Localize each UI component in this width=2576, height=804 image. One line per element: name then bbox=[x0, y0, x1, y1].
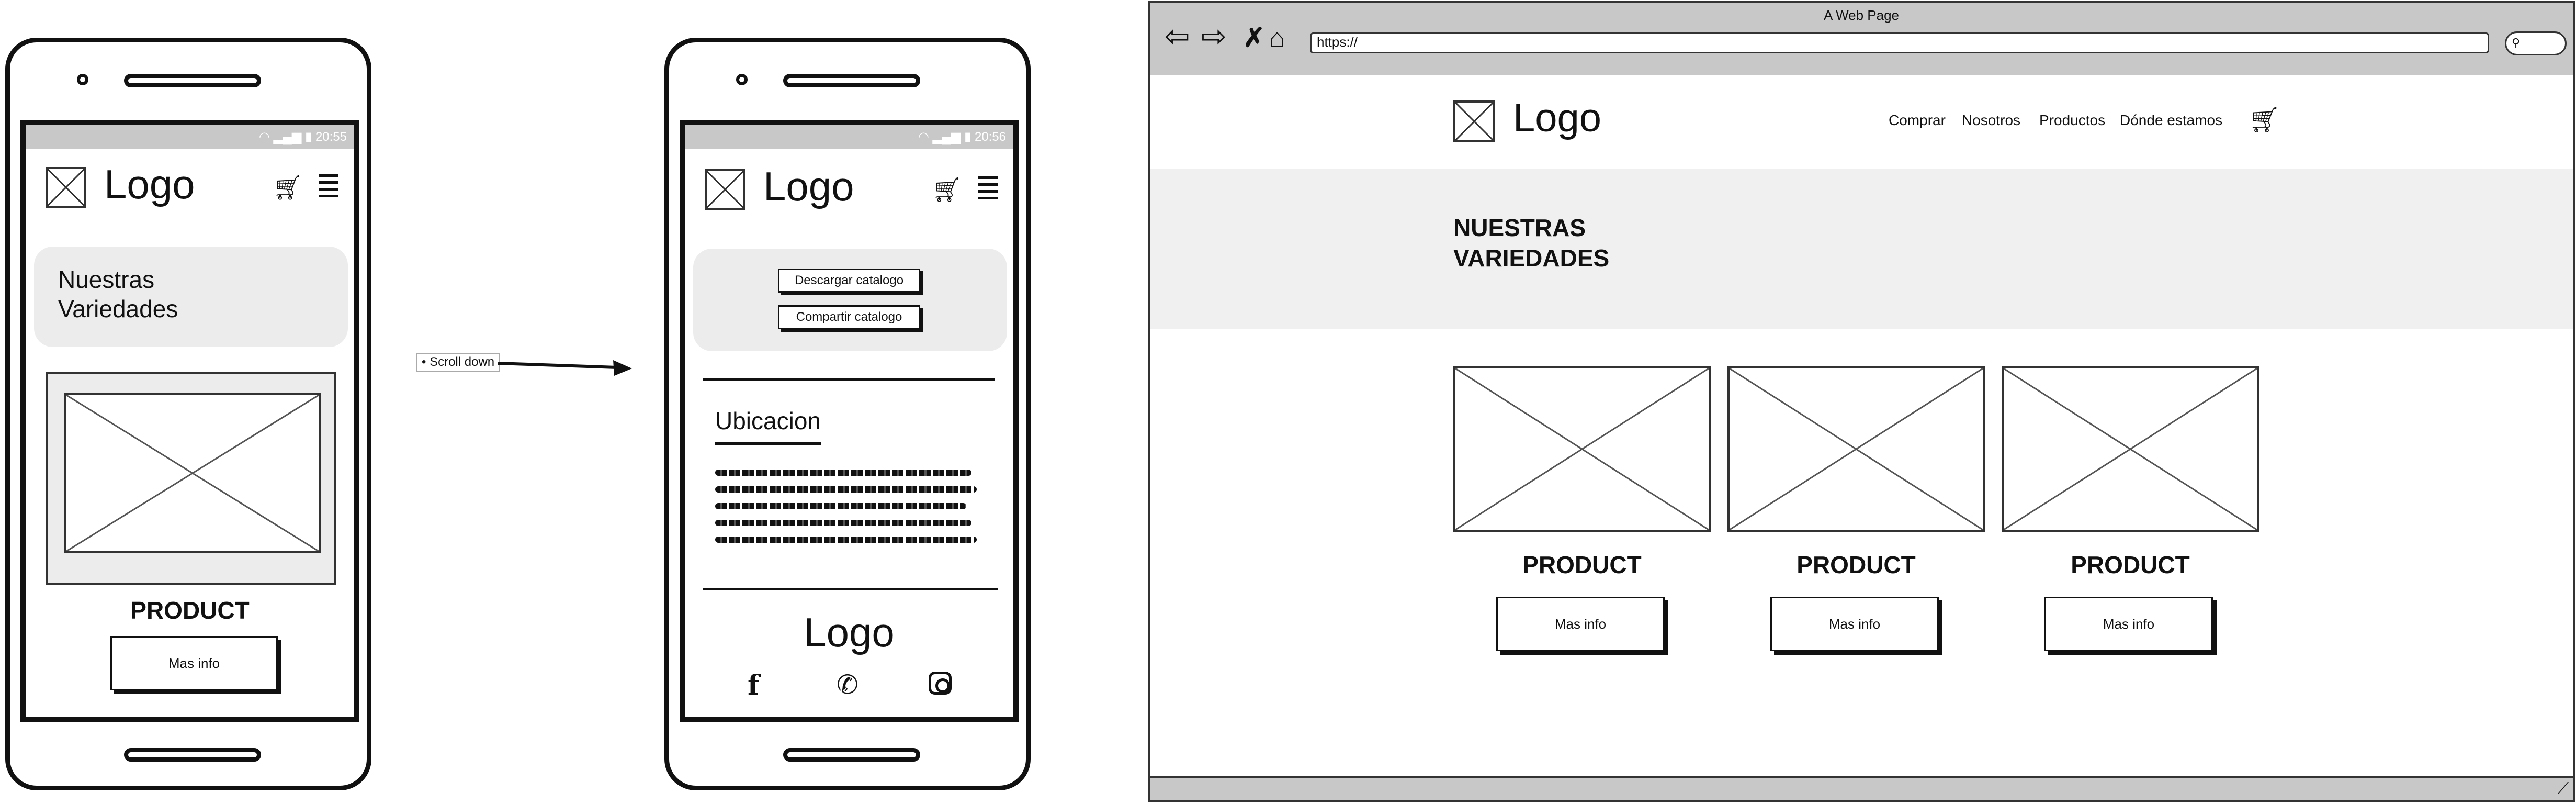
forward-arrow-icon[interactable]: ⇨ bbox=[1201, 21, 1227, 52]
hamburger-menu-icon[interactable] bbox=[319, 174, 338, 197]
home-icon[interactable]: ⌂ bbox=[1269, 22, 1285, 53]
hero-title-line1: Nuestras bbox=[58, 266, 155, 293]
image-placeholder-icon bbox=[2003, 367, 2257, 531]
phone-icon[interactable]: ✆ bbox=[837, 669, 858, 700]
product-title: PRODUCT bbox=[1797, 551, 1916, 578]
speaker-grille bbox=[783, 74, 920, 87]
instagram-icon[interactable] bbox=[929, 672, 952, 695]
wifi-icon: ◠ bbox=[258, 130, 270, 144]
divider bbox=[703, 588, 998, 590]
search-icon: ⚲ bbox=[2512, 36, 2521, 49]
phone-screen-1: ◠ ▂▄▆ ▮ 20:55 Logo 🛒︎ Nuestras Variedade… bbox=[20, 120, 359, 722]
bullet-icon: • bbox=[422, 355, 426, 369]
phone-mockup-1: ◠ ▂▄▆ ▮ 20:55 Logo 🛒︎ Nuestras Variedade… bbox=[5, 38, 371, 790]
mas-info-button[interactable]: Mas info bbox=[110, 636, 278, 690]
mas-info-button[interactable]: Mas info bbox=[2044, 597, 2213, 651]
status-bar: ◠ ▂▄▆ ▮ 20:55 bbox=[26, 125, 354, 149]
status-time: 20:56 bbox=[974, 130, 1006, 144]
image-placeholder-icon bbox=[64, 393, 321, 553]
logo-image-icon bbox=[705, 169, 745, 210]
browser-window: A Web Page ⇦ ⇨ ✗ ⌂ https:// ⚲ Logo Compr… bbox=[1148, 1, 2575, 802]
hero-title-line2: VARIEDADES bbox=[1453, 244, 1610, 272]
logo-image-icon bbox=[46, 167, 86, 208]
status-bar: ◠ ▂▄▆ ▮ 20:56 bbox=[685, 125, 1013, 149]
phone-screen-2: ◠ ▂▄▆ ▮ 20:56 Logo 🛒︎ Descargar catalogo… bbox=[680, 120, 1019, 722]
product-card bbox=[1727, 366, 1985, 532]
divider bbox=[703, 378, 995, 381]
image-placeholder-icon bbox=[1729, 367, 1983, 531]
speaker-grille bbox=[124, 74, 261, 87]
share-catalog-button[interactable]: Compartir catalogo bbox=[778, 305, 920, 329]
cart-icon[interactable]: 🛒︎ bbox=[932, 175, 962, 204]
signal-icon: ▂▄▆ bbox=[273, 130, 302, 144]
mas-info-button[interactable]: Mas info bbox=[1770, 597, 1939, 651]
cart-icon[interactable]: 🛒︎ bbox=[273, 173, 303, 202]
product-title: PRODUCT bbox=[1522, 551, 1642, 578]
hero-banner: Nuestras Variedades bbox=[34, 247, 348, 347]
product-card bbox=[46, 372, 336, 585]
product-card bbox=[2002, 366, 2259, 532]
signal-icon: ▂▄▆ bbox=[932, 130, 961, 144]
scroll-down-label: • Scroll down bbox=[416, 353, 500, 372]
section-title: Ubicacion bbox=[715, 407, 821, 434]
home-button[interactable] bbox=[783, 748, 920, 762]
product-title: PRODUCT bbox=[2071, 551, 2190, 578]
stop-icon[interactable]: ✗ bbox=[1243, 22, 1265, 53]
hero-title-line2: Variedades bbox=[58, 295, 178, 322]
home-button[interactable] bbox=[124, 748, 261, 762]
wifi-icon: ◠ bbox=[918, 130, 929, 144]
browser-status-bar: ⟋ bbox=[1150, 776, 2573, 800]
product-card bbox=[1453, 366, 1711, 532]
url-bar[interactable]: https:// bbox=[1310, 32, 2489, 53]
product-title: PRODUCT bbox=[130, 597, 250, 624]
battery-icon: ▮ bbox=[964, 130, 971, 144]
window-title: A Web Page bbox=[1823, 7, 1900, 23]
location-text-placeholder bbox=[715, 470, 977, 543]
hamburger-menu-icon[interactable] bbox=[978, 176, 998, 199]
image-placeholder-icon bbox=[1455, 367, 1709, 531]
scroll-down-text: Scroll down bbox=[430, 355, 495, 369]
mas-info-button[interactable]: Mas info bbox=[1496, 597, 1665, 651]
hero-title-line1: NUESTRAS bbox=[1453, 214, 1586, 241]
footer-logo[interactable]: Logo bbox=[685, 609, 1013, 656]
resize-grip-icon[interactable]: ⟋ bbox=[2558, 780, 2569, 798]
logo-image-icon bbox=[1453, 100, 1495, 142]
nav-link-donde-estamos[interactable]: Dónde estamos bbox=[2120, 112, 2222, 129]
download-catalog-button[interactable]: Descargar catalogo bbox=[778, 269, 920, 293]
logo-text[interactable]: Logo bbox=[1513, 95, 1601, 141]
cart-icon[interactable]: 🛒︎ bbox=[2249, 105, 2280, 135]
nav-link-nosotros[interactable]: Nosotros bbox=[1962, 112, 2020, 129]
nav-link-comprar[interactable]: Comprar bbox=[1889, 112, 1946, 129]
title-underline bbox=[715, 442, 821, 445]
logo-text[interactable]: Logo bbox=[763, 163, 854, 210]
catalog-panel: Descargar catalogo Compartir catalogo bbox=[693, 249, 1007, 351]
back-arrow-icon[interactable]: ⇦ bbox=[1165, 21, 1190, 52]
nav-link-productos[interactable]: Productos bbox=[2039, 112, 2105, 129]
scroll-arrow bbox=[498, 360, 632, 376]
phone-mockup-2: ◠ ▂▄▆ ▮ 20:56 Logo 🛒︎ Descargar catalogo… bbox=[664, 38, 1031, 790]
camera-icon bbox=[736, 74, 748, 85]
hero-banner: NUESTRAS VARIEDADES bbox=[1150, 169, 2573, 329]
browser-toolbar: A Web Page ⇦ ⇨ ✗ ⌂ https:// ⚲ bbox=[1150, 3, 2573, 75]
search-field[interactable]: ⚲ bbox=[2505, 31, 2567, 55]
facebook-icon[interactable]: f bbox=[748, 669, 759, 701]
status-time: 20:55 bbox=[315, 130, 347, 144]
battery-icon: ▮ bbox=[305, 130, 312, 144]
logo-text[interactable]: Logo bbox=[104, 161, 195, 208]
camera-icon bbox=[77, 74, 88, 85]
